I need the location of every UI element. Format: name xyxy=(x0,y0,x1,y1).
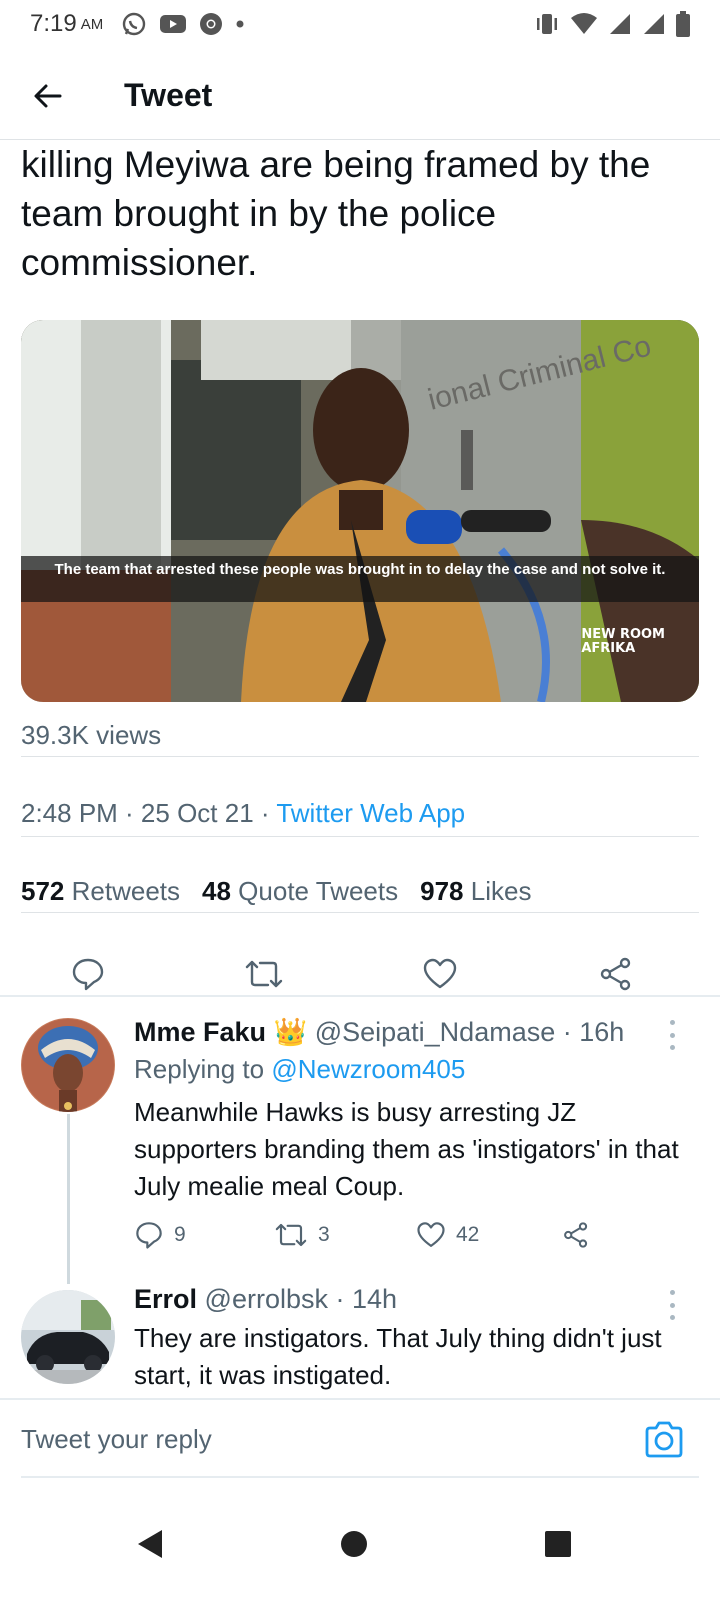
camera-button[interactable] xyxy=(642,1418,686,1462)
newsroom-afrika-logo: NEW ROOM AFRIKA xyxy=(581,628,665,656)
tweet-meta: 2:48 PM · 25 Oct 21 · Twitter Web App xyxy=(21,798,465,829)
reply-share-button[interactable] xyxy=(562,1221,590,1249)
quotes-label: Quote Tweets xyxy=(238,876,399,906)
reply-header: Mme Faku 👑 @Seipati_Ndamase · 16h xyxy=(134,1016,624,1048)
status-ampm: AM xyxy=(80,15,104,33)
quotes-count: 48 xyxy=(202,876,231,906)
retweet-icon xyxy=(275,1223,307,1247)
retweets-count: 572 xyxy=(21,876,65,906)
composer-underline xyxy=(21,1476,699,1478)
nav-recents-icon xyxy=(545,1531,571,1557)
wifi-icon xyxy=(571,13,597,34)
logo-line-2: AFRIKA xyxy=(581,641,636,656)
avatar[interactable] xyxy=(21,1018,115,1112)
nav-back-icon xyxy=(138,1530,162,1558)
like-icon xyxy=(417,1222,445,1247)
nav-back-button[interactable] xyxy=(124,1518,176,1570)
reply-text: Meanwhile Hawks is busy arresting JZ sup… xyxy=(134,1097,679,1201)
like-count: 42 xyxy=(456,1223,480,1246)
reply-header: Errol @errolbsk · 14h xyxy=(134,1284,397,1315)
retweet-icon xyxy=(245,960,283,988)
avatar-image xyxy=(21,1290,115,1384)
tweet-timestamp: 2:48 PM · 25 Oct 21 · xyxy=(21,798,277,828)
reply-count: 9 xyxy=(174,1223,186,1246)
reply-author-name[interactable]: Mme Faku xyxy=(134,1017,266,1047)
tweet-text: killing Meyiwa are being framed by the t… xyxy=(21,144,651,283)
like-button[interactable] xyxy=(416,950,464,998)
nav-home-button[interactable] xyxy=(328,1518,380,1570)
likes-stat[interactable]: 978 Likes xyxy=(420,876,531,907)
reply-input[interactable] xyxy=(21,1414,621,1464)
nav-recents-button[interactable] xyxy=(532,1518,584,1570)
verified-crown-icon: 👑 xyxy=(273,1017,308,1047)
vibrate-icon xyxy=(537,14,557,34)
app-bar: Tweet xyxy=(0,52,720,140)
avatar-image xyxy=(21,1018,115,1112)
youtube-icon xyxy=(160,15,187,33)
likes-label: Likes xyxy=(470,876,532,906)
reply-reply-button[interactable]: 9 xyxy=(134,1220,274,1250)
status-bar: 7:19 AM xyxy=(0,0,720,48)
tweet-source-link[interactable]: Twitter Web App xyxy=(276,798,465,828)
chrome-icon xyxy=(200,13,223,35)
more-options-button[interactable] xyxy=(662,1020,682,1050)
whatsapp-icon xyxy=(123,12,146,36)
share-icon xyxy=(564,1222,588,1248)
share-button[interactable] xyxy=(592,950,640,998)
replying-prefix: Replying to xyxy=(134,1054,272,1084)
retweets-stat[interactable]: 572 Retweets xyxy=(21,876,180,907)
signal-icon xyxy=(644,14,664,34)
tweet-actions xyxy=(0,950,720,1020)
camera-icon xyxy=(645,1421,683,1458)
reply-actions: 9 3 42 xyxy=(134,1220,590,1250)
view-count: 39.3K views xyxy=(21,720,162,750)
nav-home-icon xyxy=(341,1531,367,1557)
back-button[interactable] xyxy=(18,66,78,126)
logo-line-1: NEW ROOM xyxy=(581,627,665,642)
retweets-label: Retweets xyxy=(71,876,181,906)
more-icon xyxy=(669,1290,675,1295)
divider xyxy=(21,836,699,837)
reply-author-handle[interactable]: @Seipati_Ndamase · 16h xyxy=(315,1017,625,1047)
thread-line xyxy=(67,1114,70,1284)
like-icon xyxy=(423,958,457,989)
tweet-stats: 572 Retweets 48 Quote Tweets 978 Likes xyxy=(21,876,531,907)
page-title: Tweet xyxy=(124,77,213,113)
divider xyxy=(21,756,699,757)
retweet-button[interactable] xyxy=(240,950,288,998)
replying-to: Replying to @Newzroom405 xyxy=(134,1054,465,1085)
reply-composer xyxy=(0,1398,720,1478)
mention-link[interactable]: @Newzroom405 xyxy=(271,1054,465,1084)
signal-icon xyxy=(610,14,630,34)
divider xyxy=(21,912,699,913)
retweet-count: 3 xyxy=(318,1223,330,1246)
share-icon xyxy=(600,957,631,991)
quote-tweets-stat[interactable]: 48 Quote Tweets xyxy=(202,876,398,907)
likes-count: 978 xyxy=(420,876,464,906)
reply-author-handle[interactable]: @errolbsk · 14h xyxy=(205,1284,397,1314)
navigation-bar xyxy=(0,1490,720,1600)
battery-icon xyxy=(676,11,690,37)
more-icon xyxy=(669,1020,675,1025)
back-arrow-icon xyxy=(34,84,62,107)
status-time: 7:19 xyxy=(30,10,77,37)
reply-icon xyxy=(136,1222,162,1249)
reply-icon xyxy=(72,958,104,991)
dot-icon xyxy=(236,20,244,28)
video-caption: The team that arrested these people was … xyxy=(21,556,699,602)
reply-author-name[interactable]: Errol xyxy=(134,1284,197,1314)
section-divider xyxy=(0,995,720,997)
reply-button[interactable] xyxy=(64,950,112,998)
reply-retweet-button[interactable]: 3 xyxy=(274,1220,416,1250)
reply-text: They are instigators. That July thing di… xyxy=(134,1323,662,1390)
reply-like-button[interactable]: 42 xyxy=(416,1220,562,1250)
avatar[interactable] xyxy=(21,1290,115,1384)
tweet-video[interactable]: ional Criminal Co The team that arrested… xyxy=(21,320,699,702)
more-options-button[interactable] xyxy=(662,1290,682,1320)
